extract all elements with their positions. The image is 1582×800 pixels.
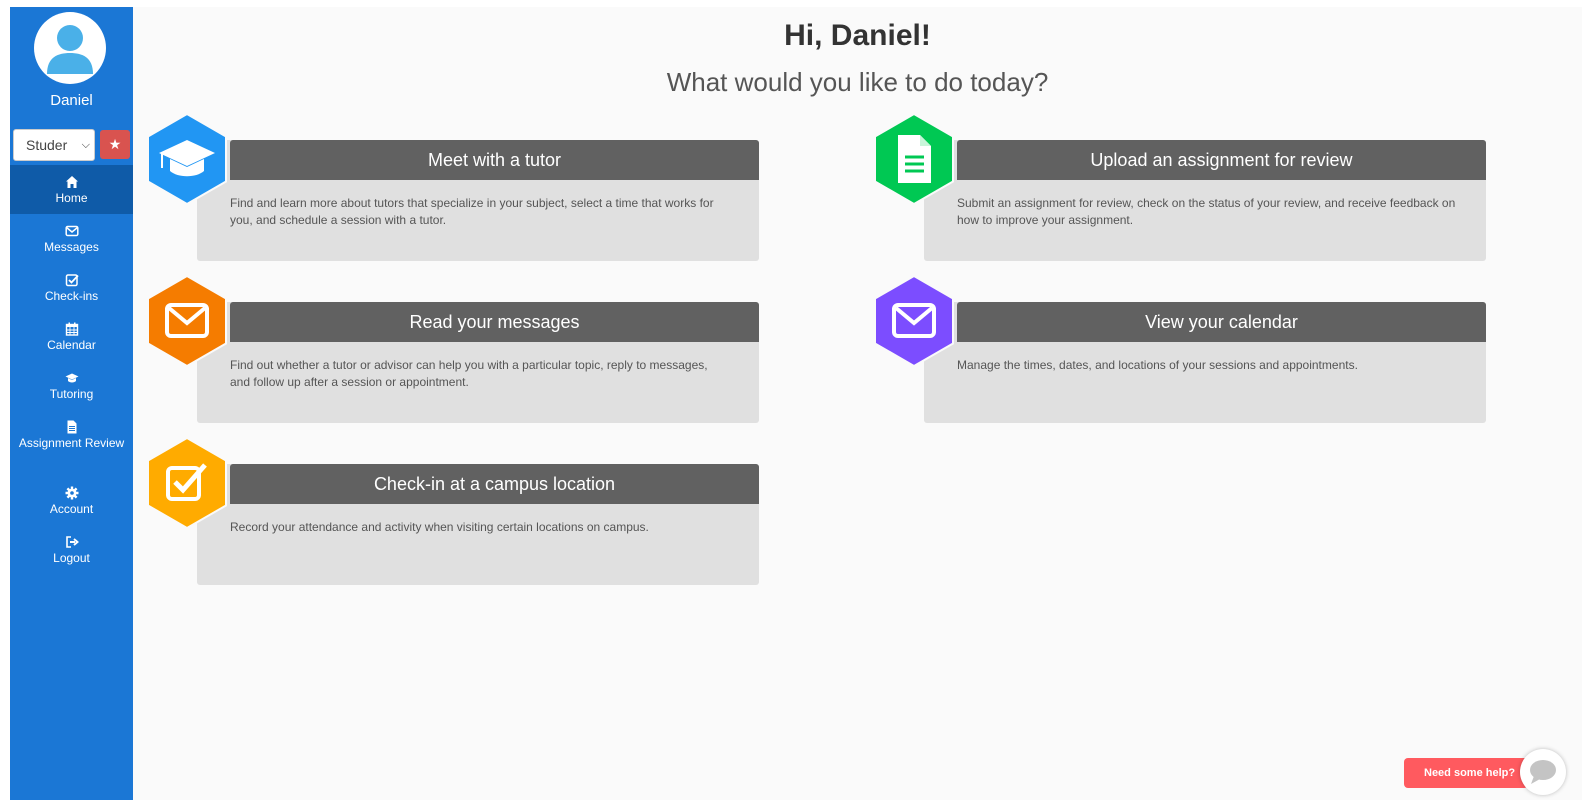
logout-icon — [65, 535, 79, 549]
card-description: Find and learn more about tutors that sp… — [230, 196, 714, 227]
card-meet-with-tutor[interactable]: Meet with a tutor Find and learn more ab… — [147, 113, 759, 263]
envelope-icon — [147, 275, 227, 367]
role-row: Studer ⌵ ★ — [13, 129, 130, 161]
card-view-calendar[interactable]: View your calendar Manage the times, dat… — [874, 275, 1486, 425]
calendar-icon — [65, 322, 79, 336]
sidebar-item-label: Calendar — [47, 338, 96, 352]
checkbox-icon — [147, 437, 227, 529]
card-title[interactable]: View your calendar — [957, 302, 1486, 342]
sidebar-item-home[interactable]: Home — [10, 165, 133, 214]
role-select[interactable]: Studer ⌵ — [13, 129, 95, 161]
card-check-in[interactable]: Check-in at a campus location Record you… — [147, 437, 759, 587]
graduation-cap-icon — [65, 371, 79, 385]
favorite-button[interactable]: ★ — [100, 130, 130, 159]
user-name: Daniel — [50, 92, 93, 109]
star-icon: ★ — [108, 136, 122, 152]
sidebar-item-assignment-review[interactable]: Assignment Review — [10, 410, 133, 476]
sidebar-item-label: Account — [49, 502, 94, 516]
page-title: Hi, Daniel! — [784, 19, 931, 52]
card-description: Submit an assignment for review, check o… — [957, 196, 1456, 227]
chat-button[interactable] — [1520, 749, 1566, 795]
card-title[interactable]: Upload an assignment for review — [957, 140, 1486, 180]
sidebar-item-label: Messages — [44, 240, 99, 254]
sidebar-nav: Home Messages Check-ins Calendar Tutorin… — [10, 165, 133, 574]
gear-icon — [65, 486, 79, 500]
sidebar-item-label: Logout — [53, 551, 90, 565]
document-icon — [874, 113, 954, 205]
card-description: Manage the times, dates, and locations o… — [957, 358, 1358, 372]
need-help-button[interactable]: Need some help? — [1404, 758, 1528, 788]
card-title[interactable]: Check-in at a campus location — [230, 464, 759, 504]
sidebar-item-label: Home — [55, 191, 88, 205]
envelope-icon — [874, 275, 954, 367]
chat-bubble-icon — [1530, 760, 1556, 784]
graduation-cap-icon — [147, 113, 227, 205]
sidebar-item-calendar[interactable]: Calendar — [10, 312, 133, 361]
avatar[interactable] — [34, 12, 106, 84]
role-select-value: Studer — [26, 137, 68, 153]
document-icon — [65, 420, 79, 434]
sidebar-item-messages[interactable]: Messages — [10, 214, 133, 263]
card-title[interactable]: Read your messages — [230, 302, 759, 342]
checkbox-icon — [65, 273, 79, 287]
sidebar-item-label: Check-ins — [44, 289, 99, 303]
card-upload-assignment[interactable]: Upload an assignment for review Submit a… — [874, 113, 1486, 263]
help-label: Need some help? — [1424, 767, 1516, 779]
card-read-messages[interactable]: Read your messages Find out whether a tu… — [147, 275, 759, 425]
sidebar-item-check-ins[interactable]: Check-ins — [10, 263, 133, 312]
page-subtitle: What would you like to do today? — [666, 67, 1049, 97]
sidebar-item-tutoring[interactable]: Tutoring — [10, 361, 133, 410]
sidebar: Daniel Studer ⌵ ★ Home Messages Check-in… — [10, 7, 133, 800]
card-description: Find out whether a tutor or advisor can … — [230, 358, 708, 389]
main-content: Hi, Daniel! What would you like to do to… — [133, 7, 1582, 800]
card-description: Record your attendance and activity when… — [230, 520, 649, 534]
card-title[interactable]: Meet with a tutor — [230, 140, 759, 180]
sidebar-item-account[interactable]: Account — [10, 476, 133, 525]
home-icon — [65, 175, 79, 189]
chevron-down-icon: ⌵ — [81, 139, 90, 151]
sidebar-item-label: Assignment Review — [18, 436, 125, 450]
user-silhouette-icon — [47, 25, 93, 74]
sidebar-item-label: Tutoring — [49, 387, 94, 401]
sidebar-item-logout[interactable]: Logout — [10, 525, 133, 574]
envelope-icon — [64, 224, 79, 238]
